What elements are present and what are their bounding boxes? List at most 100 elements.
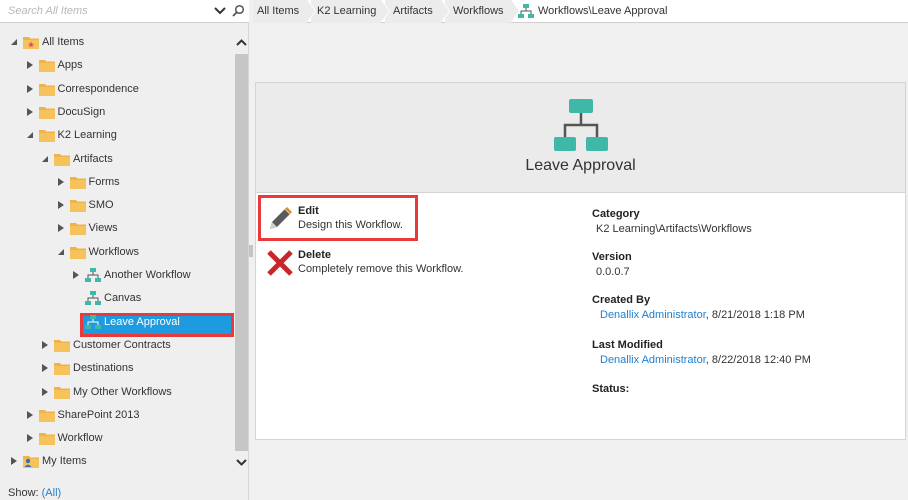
collapse-arrow-icon[interactable] xyxy=(57,248,65,256)
breadcrumb-item-all-items[interactable]: All Items xyxy=(253,0,316,23)
tree-item-label: My Items xyxy=(42,455,87,468)
card-title: Leave Approval xyxy=(525,157,636,174)
chevron-down-icon[interactable] xyxy=(213,4,227,18)
tree-item-label: Leave Approval xyxy=(104,315,180,328)
tree-item-sharepoint-2013[interactable]: SharePoint 2013 xyxy=(0,405,234,425)
tree-item-label: Workflows xyxy=(88,245,140,258)
tree-item-label: Forms xyxy=(88,175,120,188)
folder-icon xyxy=(54,386,70,399)
workflow-icon xyxy=(85,314,101,329)
tree-item-apps[interactable]: Apps xyxy=(0,55,234,75)
tree-item-all-items[interactable]: All Items xyxy=(0,32,234,52)
scroll-up-icon[interactable] xyxy=(234,36,249,50)
breadcrumb-label: Artifacts xyxy=(393,5,433,17)
breadcrumb-item-k2-learning[interactable]: K2 Learning xyxy=(311,0,390,23)
delete-label: Delete xyxy=(298,249,332,261)
card-header: Leave Approval xyxy=(256,83,905,193)
expand-arrow-icon[interactable] xyxy=(26,61,34,70)
last-modified-label: Last Modified xyxy=(592,339,663,351)
tree-item-workflows[interactable]: Workflows xyxy=(0,242,234,262)
category-value: K2 Learning\Artifacts\Workflows xyxy=(596,223,752,235)
tree-item-views[interactable]: Views xyxy=(0,218,234,238)
delete-description: Completely remove this Workflow. xyxy=(298,263,464,275)
search-bar[interactable]: Search All Items xyxy=(0,0,249,23)
last-modified-user-link[interactable]: Denallix Administrator xyxy=(600,354,706,366)
folder-icon xyxy=(69,246,86,259)
expand-arrow-icon[interactable] xyxy=(26,410,34,419)
version-value: 0.0.0.7 xyxy=(596,266,630,278)
expand-arrow-icon[interactable] xyxy=(10,457,18,466)
tree-item-label: Another Workflow xyxy=(104,269,191,281)
folder-icon xyxy=(38,83,55,96)
tree-item-leave-approval[interactable]: Leave Approval xyxy=(0,312,234,332)
tree-item-label: Views xyxy=(88,222,118,235)
tree-item-smo[interactable]: SMO xyxy=(0,195,234,215)
breadcrumb-item-artifacts[interactable]: Artifacts xyxy=(385,0,450,23)
splitter-grip[interactable] xyxy=(249,244,253,258)
tree-item-customer-contracts[interactable]: Customer Contracts xyxy=(0,335,234,355)
expand-arrow-icon[interactable] xyxy=(57,201,65,210)
scroll-thumb[interactable] xyxy=(235,54,248,451)
created-by-property: Created By Denallix Administrator, 8/21/… xyxy=(592,294,805,321)
user-folder-icon xyxy=(23,456,39,469)
tree-item-my-other-workflows[interactable]: My Other Workflows xyxy=(0,382,234,402)
tree-item-label: Correspondence xyxy=(57,82,139,95)
expand-arrow-icon[interactable] xyxy=(41,340,49,349)
collapse-arrow-icon[interactable] xyxy=(41,155,49,163)
tree-item-label: Destinations xyxy=(73,362,134,375)
expand-arrow-icon[interactable] xyxy=(41,387,49,396)
last-modified-property: Last Modified Denallix Administrator, 8/… xyxy=(592,339,811,366)
created-by-label: Created By xyxy=(592,294,651,306)
collapse-arrow-icon[interactable] xyxy=(10,38,18,46)
tree-item-correspondence[interactable]: Correspondence xyxy=(0,79,234,99)
tree-item-k2-learning[interactable]: K2 Learning xyxy=(0,125,234,145)
folder-icon xyxy=(69,223,86,236)
expand-arrow-icon[interactable] xyxy=(72,271,80,279)
expand-arrow-icon[interactable] xyxy=(57,224,65,233)
tree-item-destinations[interactable]: Destinations xyxy=(0,358,234,378)
tree-item-canvas[interactable]: Canvas xyxy=(0,288,234,308)
folder-icon xyxy=(69,200,86,213)
category-label: Category xyxy=(592,208,640,220)
workflow-icon xyxy=(518,4,534,18)
collapse-arrow-icon[interactable] xyxy=(26,131,34,139)
expand-arrow-icon[interactable] xyxy=(57,177,65,186)
last-modified-date: , 8/22/2018 12:40 PM xyxy=(705,354,811,366)
folder-icon xyxy=(38,433,55,446)
status-label: Status: xyxy=(592,383,630,395)
expand-arrow-icon[interactable] xyxy=(41,364,49,373)
breadcrumb-label: All Items xyxy=(257,5,300,17)
status-property: Status: xyxy=(592,383,629,395)
tree-view: All Items Apps Correspondence DocuSign K2 Le… xyxy=(0,32,234,477)
folder-icon xyxy=(38,130,55,143)
tree-item-artifacts[interactable]: Artifacts xyxy=(0,149,234,169)
expand-arrow-icon[interactable] xyxy=(26,84,34,93)
category-property: Category K2 Learning\Artifacts\Workflows xyxy=(592,208,752,235)
breadcrumb-current: Workflows\Leave Approval xyxy=(518,0,678,23)
tree-item-label: K2 Learning xyxy=(57,129,117,142)
breadcrumb-item-workflows[interactable]: Workflows xyxy=(445,0,520,23)
show-value-link[interactable]: (All) xyxy=(42,487,62,499)
tree-item-another-workflow[interactable]: Another Workflow xyxy=(0,265,234,285)
folder-icon xyxy=(69,176,86,189)
tree-item-docusign[interactable]: DocuSign xyxy=(0,102,234,122)
workflow-icon xyxy=(85,268,101,282)
workflow-icon xyxy=(554,99,608,151)
vertical-scrollbar[interactable] xyxy=(234,32,249,477)
search-placeholder: Search All Items xyxy=(8,5,88,17)
delete-x-icon xyxy=(267,250,293,276)
search-icon[interactable] xyxy=(232,4,245,17)
tree-item-label: SharePoint 2013 xyxy=(57,408,140,421)
tree-item-label: Artifacts xyxy=(73,152,113,165)
tree-item-forms[interactable]: Forms xyxy=(0,172,234,192)
delete-action[interactable]: Delete Completely remove this Workflow. xyxy=(266,249,486,279)
tree-item-workflow[interactable]: Workflow xyxy=(0,428,234,448)
tree-item-my-items[interactable]: My Items xyxy=(0,451,234,471)
tree-item-label: Apps xyxy=(57,59,83,72)
breadcrumb-label: Workflows xyxy=(453,5,504,17)
expand-arrow-icon[interactable] xyxy=(26,434,34,443)
scroll-down-icon[interactable] xyxy=(234,455,249,469)
created-by-user-link[interactable]: Denallix Administrator xyxy=(600,309,706,321)
breadcrumb-current-label: Workflows\Leave Approval xyxy=(538,5,668,17)
expand-arrow-icon[interactable] xyxy=(26,107,34,116)
